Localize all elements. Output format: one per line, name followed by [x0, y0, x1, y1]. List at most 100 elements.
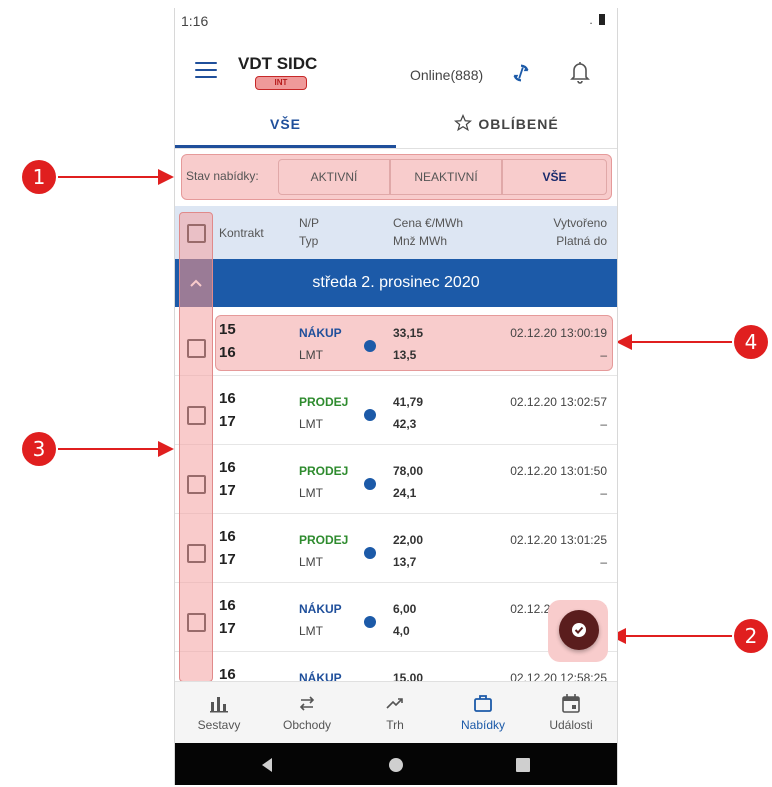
nav-events-label: Události — [549, 718, 593, 732]
col-type: Typ — [299, 234, 319, 248]
nav-trades-label: Obchody — [282, 718, 332, 732]
callout-2: 2 — [734, 619, 768, 653]
status-dot-icon — [364, 478, 376, 490]
callout-4: 4 — [734, 325, 768, 359]
tab-favorites[interactable]: OBLÍBENÉ — [396, 102, 617, 148]
bottom-navigation: Sestavy Obchody Trh Nabídky Události — [175, 681, 617, 744]
col-price: Cena €/MWh — [393, 216, 464, 230]
home-icon[interactable] — [388, 757, 404, 773]
nav-reports[interactable]: Sestavy — [175, 682, 263, 744]
nav-offers[interactable]: Nabídky — [439, 682, 527, 744]
connection-status: Online(888) — [410, 67, 484, 83]
status-dot-icon — [364, 547, 376, 559]
status-bar: 1:16 . — [175, 8, 617, 34]
callout-3: 3 — [22, 432, 56, 466]
star-icon — [454, 114, 473, 132]
nav-reports-label: Sestavy — [197, 718, 241, 732]
tab-all[interactable]: VŠE — [175, 102, 396, 148]
list-item[interactable]: 16 17 PRODEJ LMT 22,00 13,7 02.12.20 13:… — [175, 514, 617, 583]
filter-inactive-button[interactable]: NEAKTIVNÍ — [390, 159, 502, 195]
menu-icon[interactable] — [195, 62, 217, 78]
bell-icon[interactable] — [568, 59, 592, 85]
app-title: VDT SIDC — [238, 54, 318, 73]
contract-from: 15 — [219, 321, 236, 338]
sync-icon[interactable] — [510, 62, 532, 84]
confirm-fab-button[interactable] — [559, 610, 599, 650]
quantity: 24,1 — [393, 486, 417, 500]
created-time: 02.12.20 13:02:57 — [510, 395, 607, 409]
price: 33,15 — [393, 326, 424, 340]
calendar-icon — [562, 694, 580, 713]
tab-all-label: VŠE — [269, 116, 301, 132]
quantity: 4,0 — [393, 624, 410, 638]
created-time: 02.12.20 12:58:25 — [510, 671, 607, 681]
back-icon[interactable] — [259, 757, 275, 773]
col-created: Vytvořeno — [553, 216, 607, 230]
status-dot-icon — [364, 616, 376, 628]
price: 6,00 — [393, 602, 417, 616]
app-bar: VDT SIDC INT Online(888) — [175, 38, 617, 98]
quantity: 13,7 — [393, 555, 417, 569]
filter-active-button[interactable]: AKTIVNÍ — [278, 159, 390, 195]
battery-icon: . — [589, 13, 605, 27]
created-time: 02.12.20 13:00:19 — [510, 326, 607, 340]
contract-to: 17 — [219, 482, 236, 499]
offer-state-filter: Stav nabídky: AKTIVNÍ NEAKTIVNÍ VŠE — [181, 154, 612, 200]
highlighted-row-frame — [215, 315, 613, 371]
status-time: 1:16 — [181, 13, 209, 29]
quantity: 42,3 — [393, 417, 417, 431]
nav-market-label: Trh — [386, 718, 404, 732]
phone-screen: 1:16 . VDT SIDC INT Online(888) VŠE OBLÍ… — [174, 8, 618, 785]
nav-events[interactable]: Události — [527, 682, 615, 744]
order-type: LMT — [299, 486, 323, 500]
order-type: LMT — [299, 555, 323, 569]
contract-from: 16 — [219, 666, 236, 681]
nav-trades[interactable]: Obchody — [263, 682, 351, 744]
contract-from: 16 — [219, 390, 236, 407]
filter-label: Stav nabídky: — [186, 169, 259, 183]
column-header: Kontrakt N/P Typ Cena €/MWh Mnž MWh Vytv… — [175, 206, 617, 259]
quantity: 13,5 — [393, 348, 417, 362]
price: 15,00 — [393, 671, 424, 681]
swap-icon — [299, 696, 315, 711]
status-dot-icon — [364, 340, 376, 352]
order-type: LMT — [299, 624, 323, 638]
valid-until: – — [600, 348, 607, 362]
bar-chart-icon — [210, 697, 228, 713]
check-circle-icon — [572, 623, 586, 637]
status-dot-icon — [364, 409, 376, 421]
nav-offers-label: Nabídky — [460, 718, 506, 732]
price: 78,00 — [393, 464, 424, 478]
created-time: 02.12.20 13:01:50 — [510, 464, 607, 478]
tab-bar: VŠE OBLÍBENÉ — [175, 102, 617, 149]
valid-until: – — [600, 486, 607, 500]
trending-up-icon — [386, 698, 403, 709]
nav-market[interactable]: Trh — [351, 682, 439, 744]
briefcase-icon — [474, 695, 492, 712]
recents-icon[interactable] — [515, 757, 531, 773]
col-contract: Kontrakt — [219, 226, 264, 240]
list-item[interactable]: 16 17 PRODEJ LMT 78,00 24,1 02.12.20 13:… — [175, 445, 617, 514]
list-item[interactable]: 16 17 PRODEJ LMT 41,79 42,3 02.12.20 13:… — [175, 376, 617, 445]
side-label: NÁKUP — [299, 602, 342, 616]
order-type: LMT — [299, 417, 323, 431]
price: 22,00 — [393, 533, 424, 547]
valid-until: – — [600, 555, 607, 569]
contract-to: 17 — [219, 620, 236, 637]
system-nav-bar — [175, 743, 617, 785]
filter-all-button[interactable]: VŠE — [502, 159, 607, 195]
contract-from: 16 — [219, 597, 236, 614]
order-type: LMT — [299, 348, 323, 362]
env-badge: INT — [255, 76, 307, 90]
contract-to: 17 — [219, 551, 236, 568]
side-label: NÁKUP — [299, 326, 342, 340]
valid-until: – — [600, 417, 607, 431]
col-valid: Platná do — [556, 234, 607, 248]
group-date-title: středa 2. prosinec 2020 — [312, 274, 480, 291]
side-label: NÁKUP — [299, 671, 342, 681]
side-label: PRODEJ — [299, 533, 349, 547]
side-label: PRODEJ — [299, 464, 349, 478]
date-group-header[interactable]: středa 2. prosinec 2020 — [175, 259, 617, 307]
list-item[interactable]: 15 16 NÁKUP LMT 33,15 13,5 02.12.20 13:0… — [175, 307, 617, 376]
col-np: N/P — [299, 216, 320, 230]
